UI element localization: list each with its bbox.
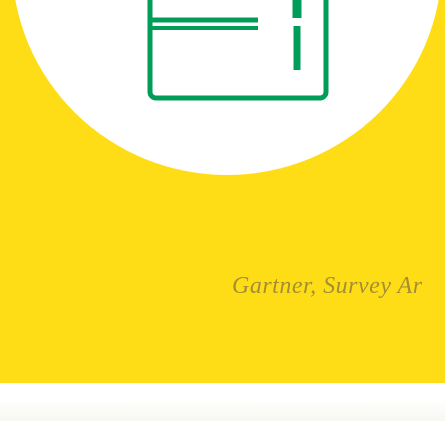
document-card-icon: [147, 0, 329, 101]
yellow-hero-panel: Gartner, Survey Ar: [0, 0, 445, 383]
bottom-shade: [0, 400, 445, 421]
caption-text: Gartner, Survey Ar: [232, 273, 423, 299]
